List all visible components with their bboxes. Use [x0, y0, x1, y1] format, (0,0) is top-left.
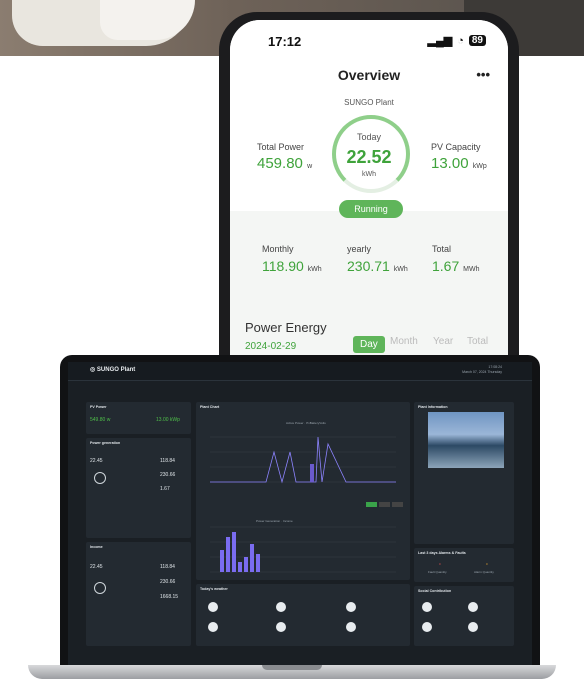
coal-icon — [422, 622, 432, 632]
social-contribution-panel: Social Contribution — [414, 586, 514, 646]
power-energy-date[interactable]: 2024-02-29 — [245, 341, 296, 352]
total-power-value: 459.80 w — [257, 155, 313, 172]
laptop-notch — [262, 665, 322, 670]
wifi-icon: ◔ — [457, 34, 464, 47]
humidity-icon — [276, 622, 286, 632]
wind-speed-icon — [346, 622, 356, 632]
plant-chart-svg — [210, 436, 403, 573]
power-generation-panel: Power generation 22.45 118.84 230.66 1.6… — [86, 438, 191, 538]
gen-yearly-value: 230.66 — [160, 472, 176, 478]
sunrise-icon — [276, 602, 286, 612]
pv-power-title: PV Power — [90, 405, 107, 409]
alarm-label: Alarm Quantity — [474, 570, 494, 574]
dollar-icon — [94, 582, 106, 594]
fault-label: Fault Quantity — [428, 570, 447, 574]
gen-total-value: 1.67 — [160, 486, 170, 492]
today-label: Today — [356, 132, 382, 142]
yearly-label: yearly — [347, 244, 372, 254]
total-value: 1.67 MWh — [432, 258, 480, 274]
page-title: Overview — [337, 67, 401, 83]
status-time: 17:12 — [268, 34, 302, 49]
sneaker-image-2 — [100, 0, 195, 40]
pv-capacity-value-laptop: 13.00 kWp — [156, 417, 180, 423]
running-status-badge: Running — [339, 200, 403, 218]
plant-info-panel: Plant Information — [414, 402, 514, 544]
tab-day[interactable]: Day — [353, 336, 385, 353]
total-power-label: Total Power — [257, 142, 305, 152]
power-generation-title: Power generation — [90, 441, 121, 445]
alarm-count: 0 — [486, 562, 488, 566]
pv-capacity-value: 13.00 kWp — [431, 155, 487, 172]
today-unit: kWh — [362, 171, 376, 178]
laptop-screen: ◎ SUNGO Plant 17:08:24 March 07, 2024 Thu… — [68, 362, 532, 666]
temperature-icon — [208, 622, 218, 632]
gear-icon — [94, 472, 106, 484]
income-total-value: 1668.15 — [160, 594, 179, 600]
co2-icon — [468, 602, 478, 612]
battery-icon: 89 — [468, 35, 486, 46]
plant-chart-panel: Plant Chart Active Power · PvBatteryVolt… — [196, 402, 410, 580]
income-yearly-value: 230.66 — [160, 579, 176, 585]
pv-power-panel: PV Power 549.80 w 13.00 kWp — [86, 402, 191, 434]
income-daily-value: 22.45 — [90, 564, 103, 570]
wind-icon — [346, 602, 356, 612]
plant-photo — [428, 412, 504, 468]
weather-panel: Today's weather — [196, 584, 410, 646]
status-indicators: ▂▄▆ ◔ 89 — [427, 34, 486, 47]
tab-year[interactable]: Year — [433, 336, 453, 347]
monthly-label: Monthly — [262, 244, 294, 254]
weather-icon — [208, 602, 218, 612]
weather-title: Today's weather — [200, 587, 228, 591]
dashboard-logo: ◎ SUNGO Plant — [90, 367, 136, 373]
alarms-title: Last 3 days Alarms & Faults — [418, 551, 466, 555]
gen-daily-value: 22.45 — [90, 458, 103, 464]
phone-screen: 17:12 ▂▄▆ ◔ 89 Overview ••• SUNGO Plant … — [230, 20, 508, 400]
monthly-value: 118.90 kWh — [262, 258, 322, 274]
income-title: Income — [90, 545, 103, 549]
yearly-value: 230.71 kWh — [347, 258, 408, 274]
signal-icon: ▂▄▆ — [427, 35, 453, 47]
tab-month[interactable]: Month — [390, 336, 418, 347]
tab-total[interactable]: Total — [467, 336, 488, 347]
plant-name: SUNGO Plant — [344, 98, 394, 107]
social-title: Social Contribution — [418, 589, 452, 593]
more-menu-button[interactable]: ••• — [476, 67, 490, 82]
plant-info-title: Plant Information — [418, 405, 448, 409]
leaf-icon — [468, 622, 478, 632]
alarms-panel: Last 3 days Alarms & Faults 0 0 Fault Qu… — [414, 548, 514, 582]
gen-monthly-value: 118.84 — [160, 458, 175, 464]
income-panel: Income 22.45 118.84 230.66 1668.15 — [86, 542, 191, 646]
total-label: Total — [432, 244, 452, 254]
tree-icon — [422, 602, 432, 612]
fault-count: 0 — [439, 562, 441, 566]
pv-power-value: 549.80 w — [90, 417, 111, 423]
pv-capacity-label: PV Capacity — [431, 142, 481, 152]
bar-chart-legend: Power Generation · Income — [256, 519, 293, 523]
dashboard-header: ◎ SUNGO Plant 17:08:24 March 07, 2024 Thu… — [68, 362, 532, 381]
income-monthly-value: 118.84 — [160, 564, 175, 570]
dashboard-datetime: 17:08:24 March 07, 2024 Thursday — [462, 365, 502, 374]
power-energy-title: Power Energy — [245, 320, 327, 335]
